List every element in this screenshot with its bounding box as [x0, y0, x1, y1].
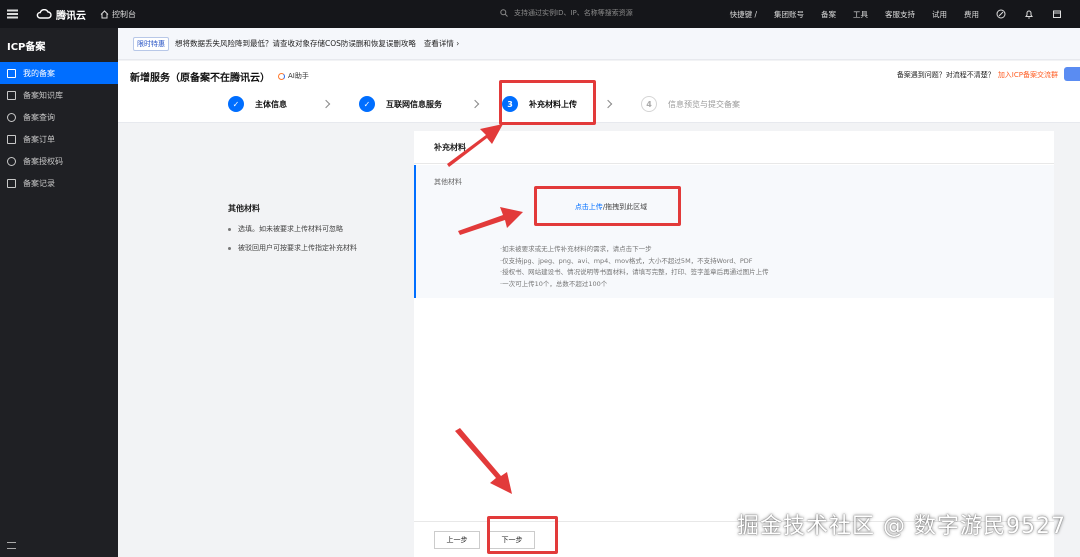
panel-title: 补充材料 — [414, 131, 1054, 164]
main-area: 限时特惠 想将数据丢失风险降到最低？请查收对象存储COS防误删和恢复误删攻略 查… — [118, 28, 1080, 557]
nav-billing[interactable]: 费用 — [964, 9, 979, 20]
chevron-right-icon — [603, 99, 613, 109]
tip-text: 被驳回用户可按要求上传指定补充材料 — [238, 244, 357, 252]
promo-text: 想将数据丢失风险降到最低？请查收对象存储COS防误删和恢复误删攻略 — [175, 39, 416, 48]
console-link[interactable]: 控制台 — [100, 9, 136, 20]
step-internet-service: ✓ 互联网信息服务 — [359, 96, 442, 112]
search-icon — [500, 9, 508, 17]
console-label: 控制台 — [112, 9, 136, 19]
logo-text: 腾讯云 — [56, 10, 86, 22]
step-label: 主体信息 — [255, 99, 287, 109]
shortcut-hint: 快捷键 / — [729, 9, 757, 19]
prev-step-button[interactable]: 上一步 — [434, 531, 480, 549]
step-label: 信息预览与提交备案 — [668, 99, 740, 109]
sidebar-item-label: 备案授权码 — [23, 156, 63, 166]
other-materials-tip: 其他材料 选填。如未被要求上传材料可忽略 被驳回用户可按要求上传指定补充材料 — [228, 203, 357, 262]
chevron-right-icon — [321, 99, 331, 109]
menu-icon[interactable] — [0, 0, 24, 28]
book-icon — [7, 90, 16, 100]
check-icon: ✓ — [228, 96, 244, 112]
help-question: 备案遇到问题？对流程不清楚？ — [896, 71, 995, 79]
sidebar-item-my-icp[interactable]: 我的备案 — [0, 62, 118, 84]
material-label: 其他材料 — [434, 178, 462, 186]
doc-icon — [7, 68, 16, 78]
bullet-icon — [228, 246, 231, 250]
annotation-box-upload — [534, 186, 681, 226]
ai-helper-button[interactable]: AI助手 — [278, 71, 309, 81]
promo-tag-label: 限时特惠 — [137, 39, 165, 48]
note-line: ·一次可上传10个，总数不超过100个 — [500, 279, 608, 288]
top-bar: 腾讯云 控制台 支持通过实例ID、IP、名称等搜索资源 快捷键 / 集团账号 备… — [0, 0, 1080, 28]
promo-details-link[interactable]: 查看详情 › — [424, 38, 459, 49]
check-icon: ✓ — [359, 96, 375, 112]
page-title: 新增服务（原备案不在腾讯云） — [130, 73, 270, 84]
step-subject-info: ✓ 主体信息 — [228, 96, 287, 112]
annotation-box-next — [487, 516, 558, 554]
nav-trial[interactable]: 试用 — [932, 9, 947, 20]
search-icon — [7, 112, 16, 122]
ai-helper-icon — [278, 72, 285, 80]
sidebar-item-knowledge[interactable]: 备案知识库 — [0, 84, 118, 106]
sidebar-item-label: 我的备案 — [23, 68, 55, 78]
tip-item: 选填。如未被要求上传材料可忽略 — [228, 224, 357, 234]
cloud-icon — [36, 9, 52, 19]
nav-tools[interactable]: 工具 — [853, 9, 868, 20]
tip-item: 被驳回用户可按要求上传指定补充材料 — [228, 243, 357, 253]
tip-text: 选填。如未被要求上传材料可忽略 — [238, 225, 343, 233]
promo-tag: 限时特惠 — [133, 36, 169, 51]
search-input[interactable]: 支持通过实例ID、IP、名称等搜索资源 — [500, 8, 633, 18]
search-placeholder: 支持通过实例ID、IP、名称等搜索资源 — [514, 9, 633, 17]
order-icon — [7, 134, 16, 144]
watermark: 掘金技术社区 @ 数字游民9527 — [737, 514, 1066, 539]
bell-icon[interactable] — [1024, 9, 1034, 19]
sidebar: ICP备案 我的备案 备案知识库 备案查询 备案订单 备案授权码 备案记录 — [0, 28, 118, 557]
sidebar-item-orders[interactable]: 备案订单 — [0, 128, 118, 150]
info-icon — [7, 156, 16, 166]
logo[interactable]: 腾讯云 — [36, 7, 86, 22]
sidebar-item-query[interactable]: 备案查询 — [0, 106, 118, 128]
stepper: ✓ 主体信息 ✓ 互联网信息服务 3 补充材料上传 4 信息预览与提交备案 — [228, 94, 740, 114]
step-preview-submit: 4 信息预览与提交备案 — [641, 96, 740, 112]
record-icon — [7, 178, 16, 188]
annotation-box-step — [499, 80, 596, 125]
sidebar-item-auth-code[interactable]: 备案授权码 — [0, 150, 118, 172]
sidebar-item-label: 备案订单 — [23, 134, 55, 144]
sidebar-item-label: 备案查询 — [23, 112, 55, 122]
bullet-icon — [228, 227, 231, 231]
step-label: 互联网信息服务 — [386, 99, 442, 109]
mailbox-icon[interactable] — [1052, 9, 1062, 19]
sidebar-item-label: 备案知识库 — [23, 90, 63, 100]
home-icon — [100, 9, 109, 18]
sidebar-title: ICP备案 — [7, 41, 46, 53]
step-number: 4 — [641, 96, 657, 112]
feedback-icon[interactable] — [1064, 67, 1080, 81]
nav-support[interactable]: 客服支持 — [885, 9, 915, 20]
upload-section: 其他材料 点击上传/拖拽到此区域 ·如未被要求或无上传补充材料的需求，请点击下一… — [414, 165, 1054, 298]
note-line: ·仅支持jpg、jpeg、png、avi、mp4、mov格式，大小不超过5M，不… — [500, 256, 753, 265]
chevron-right-icon — [470, 99, 480, 109]
promo-notice: 限时特惠 想将数据丢失风险降到最低？请查收对象存储COS防误删和恢复误删攻略 查… — [118, 28, 1080, 60]
help-circle-icon[interactable] — [996, 9, 1006, 19]
help-text: 备案遇到问题？对流程不清楚？ 加入ICP备案交流群 — [897, 70, 1058, 80]
nav-icp[interactable]: 备案 — [821, 9, 836, 20]
supplement-panel: 补充材料 其他材料 点击上传/拖拽到此区域 ·如未被要求或无上传补充材料的需求，… — [414, 131, 1054, 557]
join-group-link[interactable]: 加入ICP备案交流群 — [998, 71, 1058, 79]
note-line: ·如未被要求或无上传补充材料的需求，请点击下一步 — [500, 245, 652, 253]
nav-group-account[interactable]: 集团账号 — [774, 9, 804, 20]
tip-title: 其他材料 — [228, 204, 260, 213]
page-header: 新增服务（原备案不在腾讯云） AI助手 备案遇到问题？对流程不清楚？ 加入ICP备… — [118, 61, 1080, 123]
sidebar-item-records[interactable]: 备案记录 — [0, 172, 118, 194]
note-line: ·授权书、网站建设书、情况说明等书面材料，请填写完整，打印、签字盖章后再通过图片… — [500, 268, 769, 276]
prev-step-label: 上一步 — [446, 536, 468, 544]
sidebar-item-label: 备案记录 — [23, 178, 55, 188]
upload-notes: ·如未被要求或无上传补充材料的需求，请点击下一步 ·仅支持jpg、jpeg、pn… — [500, 244, 769, 290]
collapse-sidebar-icon[interactable] — [7, 542, 16, 549]
ai-helper-label: AI助手 — [288, 72, 309, 80]
